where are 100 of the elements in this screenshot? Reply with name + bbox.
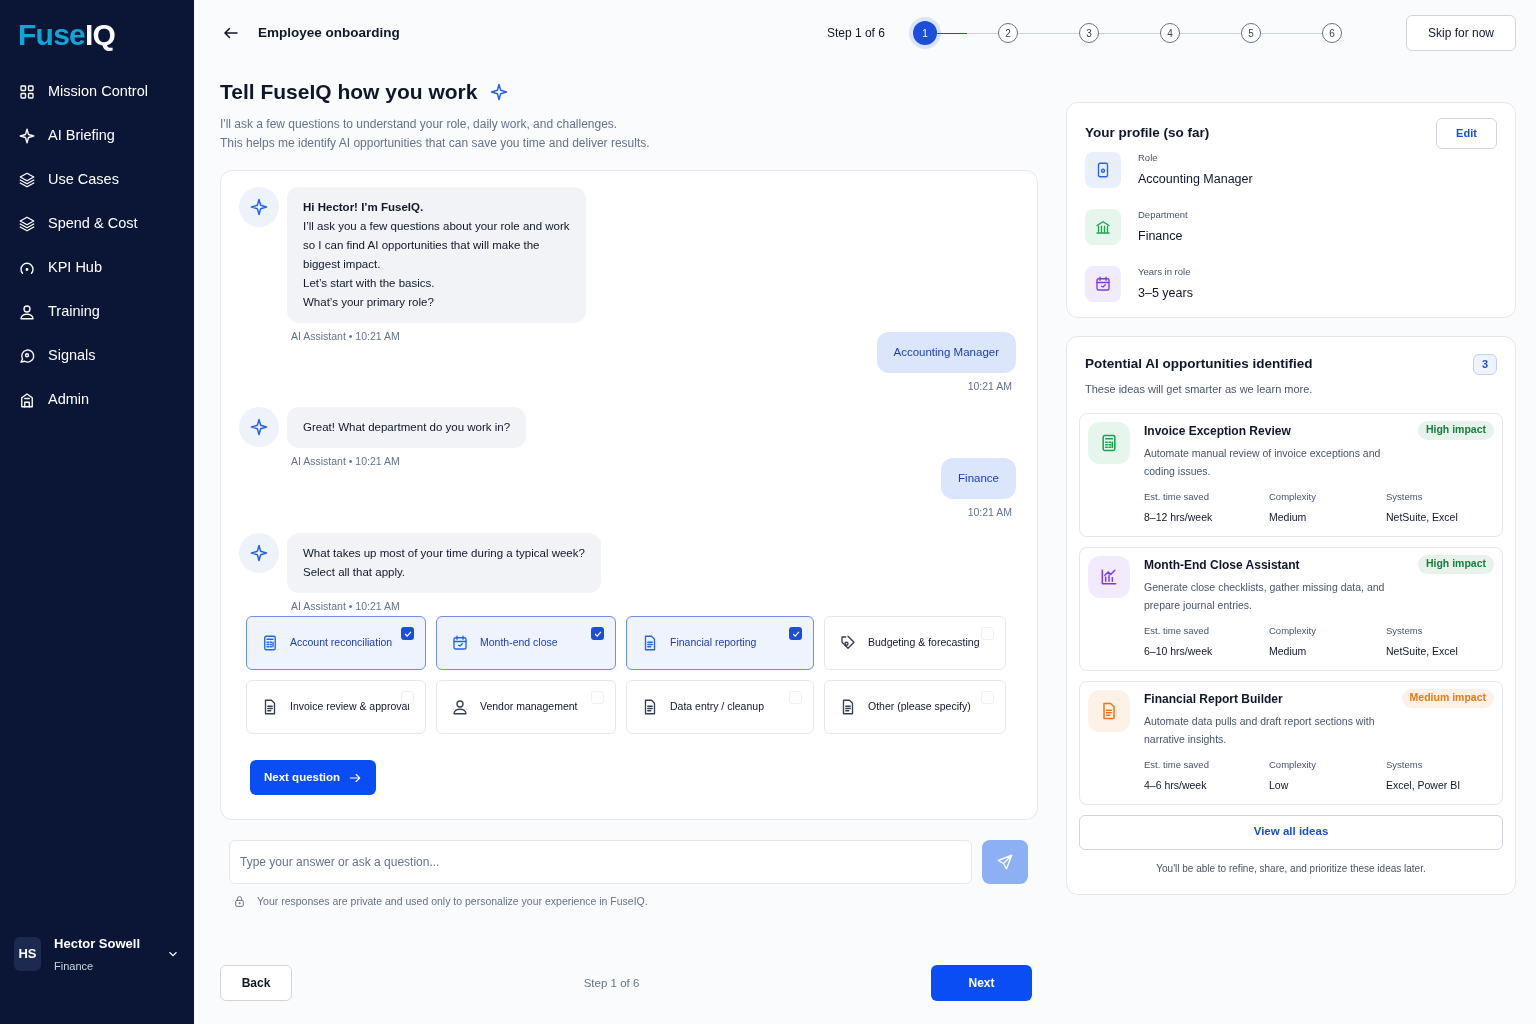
step-label: Step 1 of 6 bbox=[583, 975, 640, 991]
stat-label: Est. time saved bbox=[1144, 489, 1210, 504]
view-all-ideas-button[interactable]: View all ideas bbox=[1079, 814, 1503, 850]
option-card[interactable]: Financial reporting bbox=[626, 616, 814, 671]
message-meta: 10:21 AM bbox=[967, 379, 1012, 395]
building-icon bbox=[18, 391, 36, 409]
chat-icon bbox=[18, 347, 36, 365]
message-text: Finance bbox=[958, 470, 999, 486]
opportunity-title: Financial Report Builder bbox=[1144, 690, 1283, 708]
user-name: Hector Sowell bbox=[54, 935, 140, 953]
grid-icon bbox=[18, 83, 36, 101]
stat-label: Complexity bbox=[1269, 623, 1317, 638]
impact-badge: Medium impact bbox=[1401, 688, 1494, 708]
calculator-icon bbox=[261, 634, 279, 653]
card-title: Your profile (so far) bbox=[1085, 124, 1210, 143]
message-meta: AI Assistant • 10:21 AM bbox=[291, 454, 401, 469]
field-value: Accounting Manager bbox=[1138, 171, 1253, 189]
message-text: What’s your primary role? bbox=[303, 294, 435, 310]
stat-label: Systems bbox=[1386, 623, 1424, 638]
message-text: Select all that apply. bbox=[303, 564, 407, 580]
opportunity-card[interactable]: Month-End Close Assistant High impact Generate close checklists, gather missing data, and prepare journal entries. Est. time saved 6–10 hrs/week Complexity Medium Systems NetSuite, Excel bbox=[1079, 546, 1503, 671]
opportunity-title: Invoice Exception Review bbox=[1144, 422, 1291, 440]
option-card[interactable]: Other (please specify) bbox=[824, 680, 1006, 735]
option-card[interactable]: Data entry / cleanup bbox=[626, 680, 814, 735]
stat-value: Excel, Power BI bbox=[1386, 777, 1462, 793]
opportunity-description: Automate data pulls and draft report sections with narrative insights. bbox=[1144, 713, 1376, 747]
message-text: biggest impact. bbox=[303, 256, 382, 272]
stat-label: Est. time saved bbox=[1144, 623, 1210, 638]
message-text: Great! What department do you work in? bbox=[303, 420, 511, 435]
nav-item[interactable]: AI Briefing bbox=[10, 122, 184, 150]
next-button[interactable]: Next bbox=[931, 965, 1032, 1002]
opportunity-card[interactable]: Financial Report Builder Medium impact Automate data pulls and draft report sections with narrative insights. Est. time saved 4–6 hrs/week Complexity Low Systems Excel, Power BI bbox=[1079, 680, 1503, 805]
card-subtitle: These ideas will get smarter as we learn more. bbox=[1084, 382, 1314, 397]
page-title: Employee onboarding bbox=[258, 23, 400, 42]
stat-label: Est. time saved bbox=[1144, 757, 1210, 772]
message-text: I’ll ask you a few questions about your role and work bbox=[303, 218, 570, 234]
option-card[interactable]: Invoice review & approval bbox=[246, 680, 426, 735]
send-icon bbox=[996, 852, 1014, 871]
option-card[interactable]: Month-end close bbox=[436, 616, 616, 671]
step-indicator: 6 bbox=[1321, 23, 1342, 43]
nav-item[interactable]: Mission Control bbox=[10, 78, 184, 106]
step-indicator: 3 bbox=[1078, 23, 1099, 43]
opportunity-title: Month-End Close Assistant bbox=[1144, 556, 1300, 574]
card-title: Potential AI opportunities identified bbox=[1085, 355, 1313, 374]
lock-icon bbox=[233, 894, 246, 908]
person-icon bbox=[18, 303, 36, 321]
message-text: What takes up most of your time during a typical week? bbox=[303, 545, 585, 561]
stat-value: Medium bbox=[1269, 643, 1308, 659]
message-text: Hi Hector! I’m FuseIQ. bbox=[303, 199, 425, 215]
stat-value: 6–10 hrs/week bbox=[1144, 643, 1214, 659]
skip-button[interactable]: Skip for now bbox=[1405, 15, 1516, 51]
intro-text: This helps me identify AI opportunities that can save you time and deliver results. bbox=[220, 134, 651, 151]
send-button[interactable] bbox=[982, 839, 1028, 884]
message-input[interactable]: Type your answer or ask a question... bbox=[229, 839, 972, 884]
checkbox[interactable] bbox=[789, 627, 802, 641]
edit-button[interactable]: Edit bbox=[1436, 118, 1497, 149]
option-card[interactable]: Vendor management bbox=[436, 680, 616, 735]
nav-item[interactable]: Signals bbox=[10, 342, 184, 370]
person-icon bbox=[451, 698, 469, 717]
field-label: Department bbox=[1138, 208, 1188, 222]
avatar: HS bbox=[14, 937, 42, 971]
sparkle-icon bbox=[489, 81, 510, 102]
calculator-icon bbox=[1099, 432, 1119, 453]
assistant-avatar bbox=[239, 532, 279, 573]
step-indicator: 1 bbox=[912, 21, 937, 45]
message-meta: AI Assistant • 10:21 AM bbox=[291, 598, 401, 614]
logo: FuseIQ bbox=[17, 17, 117, 53]
message-text: Accounting Manager bbox=[893, 345, 999, 361]
calendar-icon bbox=[451, 634, 469, 653]
privacy-note: Your responses are private and used only to personalize your experience in FuseIQ. bbox=[257, 893, 648, 909]
nav-item[interactable]: Admin bbox=[10, 386, 184, 414]
nav-item[interactable]: Use Cases bbox=[10, 166, 184, 194]
checkbox[interactable] bbox=[401, 627, 414, 641]
step-indicator: 5 bbox=[1240, 23, 1261, 43]
user-department: Finance bbox=[54, 958, 95, 974]
next-question-button[interactable]: Next question bbox=[250, 760, 377, 796]
stat-value: Medium bbox=[1269, 509, 1308, 525]
step-indicator: 4 bbox=[1159, 23, 1180, 43]
option-card[interactable]: Account reconciliation bbox=[246, 616, 426, 671]
nav-item[interactable]: Training bbox=[10, 298, 184, 326]
count-badge: 3 bbox=[1472, 354, 1497, 375]
assistant-avatar bbox=[239, 407, 279, 447]
opportunity-description: Generate close checklists, gather missing data, and prepare journal entries. bbox=[1144, 579, 1386, 613]
nav-item[interactable]: Spend & Cost bbox=[10, 210, 184, 238]
stat-value: Low bbox=[1269, 777, 1290, 793]
option-card[interactable]: Budgeting & forecasting bbox=[824, 616, 1006, 671]
assistant-avatar bbox=[239, 186, 279, 227]
message-meta: 10:21 AM bbox=[967, 504, 1012, 520]
intro-text: I'll ask a few questions to understand your role, daily work, and challenges. bbox=[220, 115, 619, 132]
nav-item[interactable]: KPI Hub bbox=[10, 254, 184, 282]
back-button[interactable]: Back bbox=[220, 965, 292, 1002]
layers-icon bbox=[18, 215, 36, 233]
sparkle-icon bbox=[18, 127, 36, 145]
stat-label: Complexity bbox=[1269, 489, 1317, 504]
checkbox[interactable] bbox=[591, 627, 604, 641]
stat-label: Systems bbox=[1386, 757, 1424, 772]
field-label: Role bbox=[1138, 151, 1159, 165]
footnote: You'll be able to refine, share, and prioritize these ideas later. bbox=[1155, 861, 1427, 876]
opportunity-card[interactable]: Invoice Exception Review High impact Automate manual review of invoice exceptions and coding issues. Est. time saved 8–12 hrs/week Complexity Medium Systems NetSuite, Excel bbox=[1079, 412, 1503, 537]
page-heading: Tell FuseIQ how you work bbox=[220, 79, 478, 105]
